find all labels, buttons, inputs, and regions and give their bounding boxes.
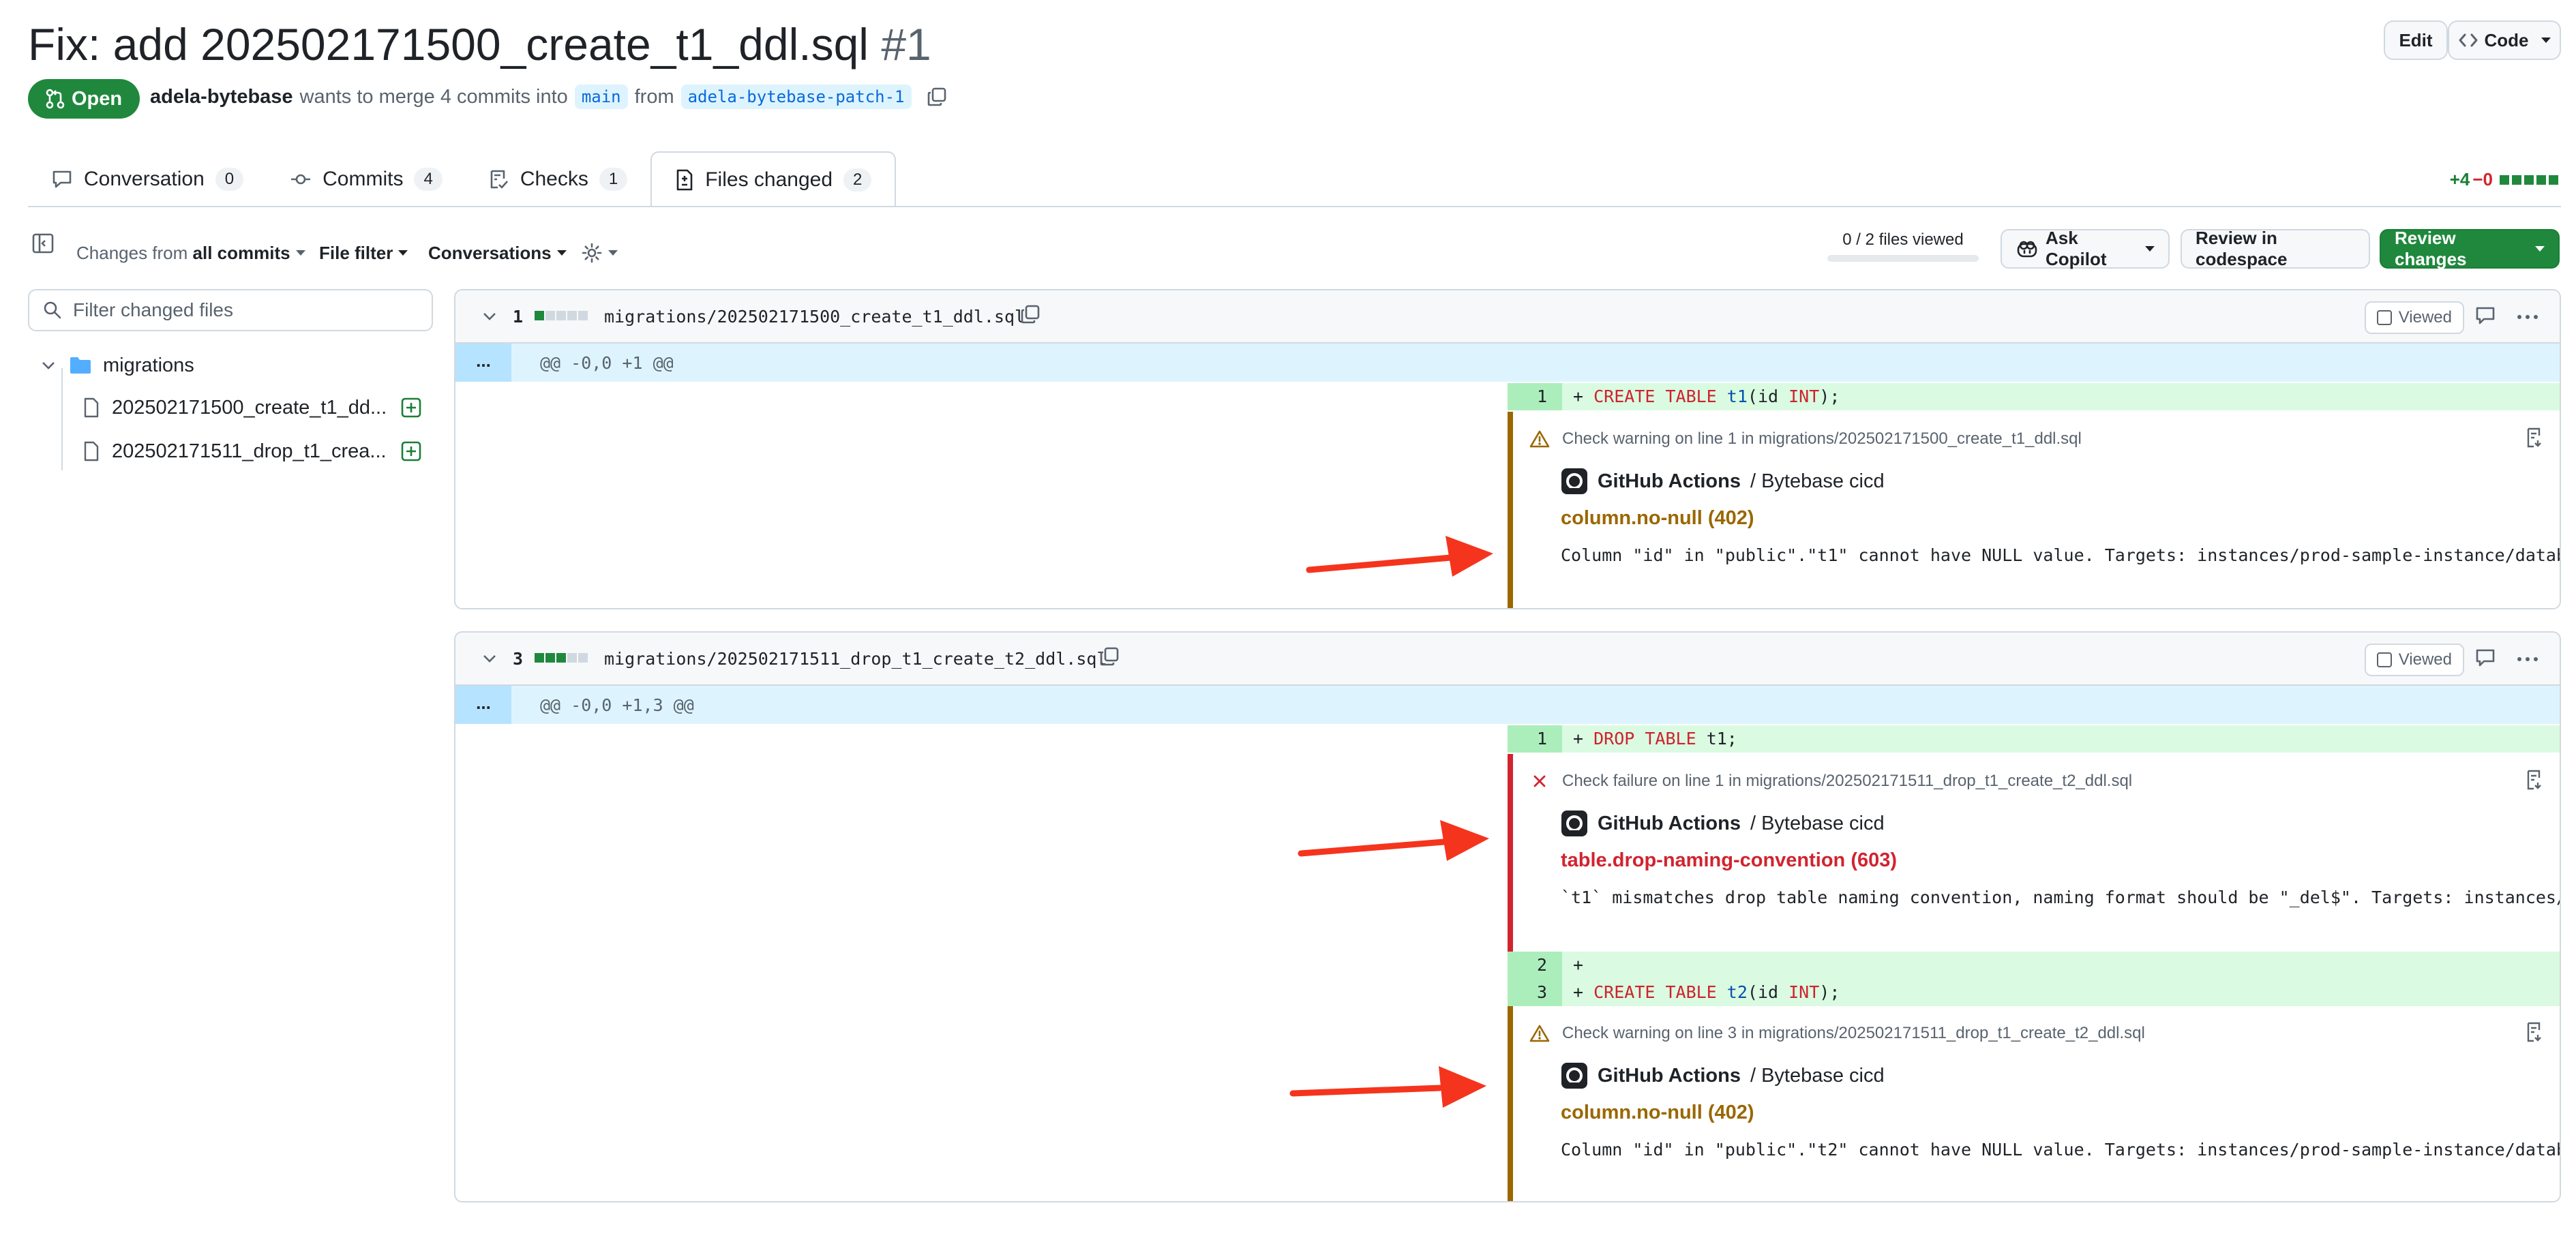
red-arrow-icon	[1298, 820, 1489, 861]
red-arrow-icon	[1289, 1066, 1486, 1108]
callout-arrows	[1289, 536, 1493, 1108]
red-arrow-icon	[1306, 536, 1493, 577]
